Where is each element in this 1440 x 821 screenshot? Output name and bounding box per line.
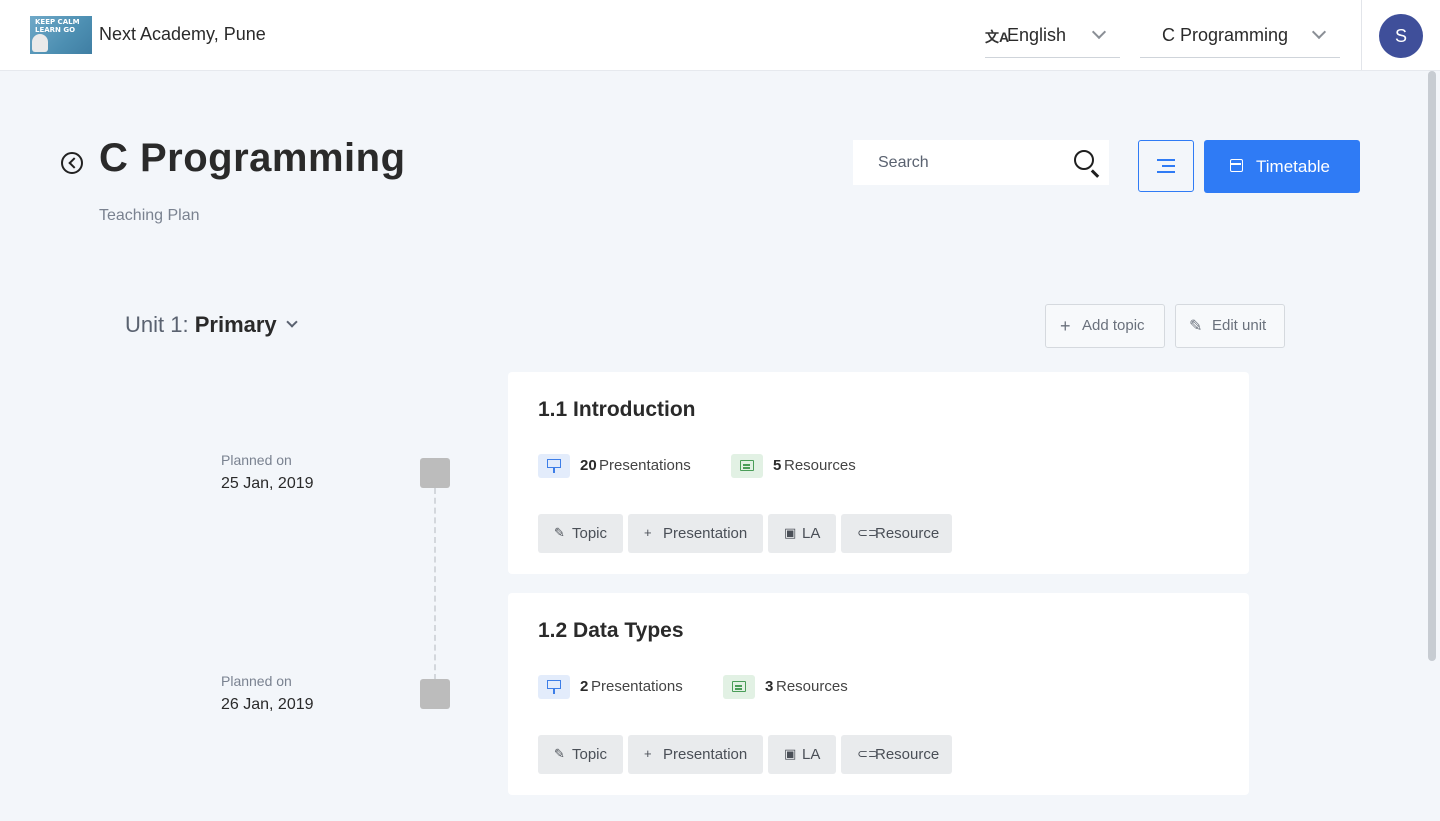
presentations-count: 20 [580,457,597,474]
filter-icon-line [1157,159,1175,161]
logo-figure [32,34,48,52]
translate-icon: 文A [985,29,1010,45]
timetable-label: Timetable [1256,157,1331,176]
presentation-button-label: Presentation [663,525,748,542]
resources-stat[interactable]: 3 Resources [723,675,853,699]
resource-button-label: Resource [875,525,940,542]
planned-label: Planned on [221,452,292,468]
add-la-button[interactable]: ▣ LA [768,514,836,553]
planned-date: 25 Jan, 2019 [221,475,314,492]
resources-label: Resources [784,457,856,474]
avatar[interactable]: S [1379,14,1423,58]
resources-count: 5 [773,457,782,474]
timeline-node [420,458,450,488]
add-presentation-button[interactable]: + Presentation [628,514,763,553]
add-resource-button[interactable]: ⊂⊃ Resource [841,514,952,553]
calendar-icon [1230,159,1243,172]
topic-card: 1.1 Introduction 20 Presentations 5 Reso… [508,372,1249,574]
search-box [853,140,1109,185]
language-label: English [1007,25,1067,45]
chevron-down-icon[interactable] [286,316,298,328]
topic-card: 1.2 Data Types 2 Presentations 3 Resourc… [508,593,1249,795]
resources-label: Resources [776,678,848,695]
add-la-button[interactable]: ▣ LA [768,735,836,774]
top-bar: KEEP CALM LEARN GO Next Academy, Pune 文A… [0,0,1440,71]
filter-icon-line [1157,171,1175,173]
edit-unit-button[interactable]: ✎ Edit unit [1175,304,1285,348]
course-select[interactable]: C Programming [1140,18,1340,58]
add-topic-button[interactable]: + Add topic [1045,304,1165,348]
page-subtitle: Teaching Plan [99,207,200,224]
timetable-button[interactable]: Timetable [1204,140,1360,193]
school-logo[interactable]: KEEP CALM LEARN GO [30,16,92,54]
planned-label: Planned on [221,673,292,689]
scrollbar[interactable] [1428,71,1436,661]
timeline-line [434,488,436,680]
video-library-icon: ▣ [784,746,797,761]
course-label: C Programming [1162,25,1289,45]
logo-text: KEEP CALM LEARN GO [35,18,80,34]
presentations-stat[interactable]: 2 Presentations [538,675,698,699]
edit-topic-button[interactable]: ✎ Topic [538,735,623,774]
topic-title[interactable]: 1.2 Data Types [538,619,684,643]
la-button-label: LA [802,525,821,542]
chevron-down-icon [1091,24,1107,40]
chevron-down-icon [1311,24,1327,40]
plus-icon: + [1060,316,1071,336]
resource-folder-icon [731,454,763,478]
plus-icon: + [644,746,652,761]
search-input[interactable] [853,140,1063,185]
pencil-icon: ✎ [554,525,565,540]
topic-button-label: Topic [572,525,608,542]
timeline-node [420,679,450,709]
presentation-button-label: Presentation [663,746,748,763]
presentations-stat[interactable]: 20 Presentations [538,454,698,478]
presentations-count: 2 [580,678,589,695]
presentation-icon [538,675,570,699]
plus-icon: + [644,525,652,540]
pencil-icon: ✎ [554,746,565,761]
planned-date: 26 Jan, 2019 [221,696,314,713]
unit-selector[interactable]: Unit 1: Primary [125,312,277,338]
unit-prefix: Unit 1: [125,312,189,337]
unit-name: Primary [194,312,277,337]
presentations-label: Presentations [599,457,691,474]
resource-folder-icon [723,675,755,699]
filter-button[interactable] [1138,140,1194,192]
add-topic-label: Add topic [1082,317,1145,334]
topic-button-label: Topic [572,746,608,763]
page-title: C Programming [99,136,406,180]
add-presentation-button[interactable]: + Presentation [628,735,763,774]
topic-title[interactable]: 1.1 Introduction [538,398,696,422]
school-name: Next Academy, Pune [99,24,266,44]
presentation-icon [538,454,570,478]
edit-topic-button[interactable]: ✎ Topic [538,514,623,553]
resource-button-label: Resource [875,746,940,763]
search-icon[interactable] [1074,150,1094,170]
resources-count: 3 [765,678,774,695]
add-resource-button[interactable]: ⊂⊃ Resource [841,735,952,774]
header-divider [1361,0,1362,70]
filter-icon-line [1162,165,1175,167]
pencil-icon: ✎ [1189,318,1203,335]
video-library-icon: ▣ [784,525,797,540]
resources-stat[interactable]: 5 Resources [731,454,861,478]
language-select[interactable]: 文A English [985,18,1120,58]
edit-unit-label: Edit unit [1212,317,1267,334]
la-button-label: LA [802,746,821,763]
presentations-label: Presentations [591,678,683,695]
back-icon[interactable] [61,152,83,174]
